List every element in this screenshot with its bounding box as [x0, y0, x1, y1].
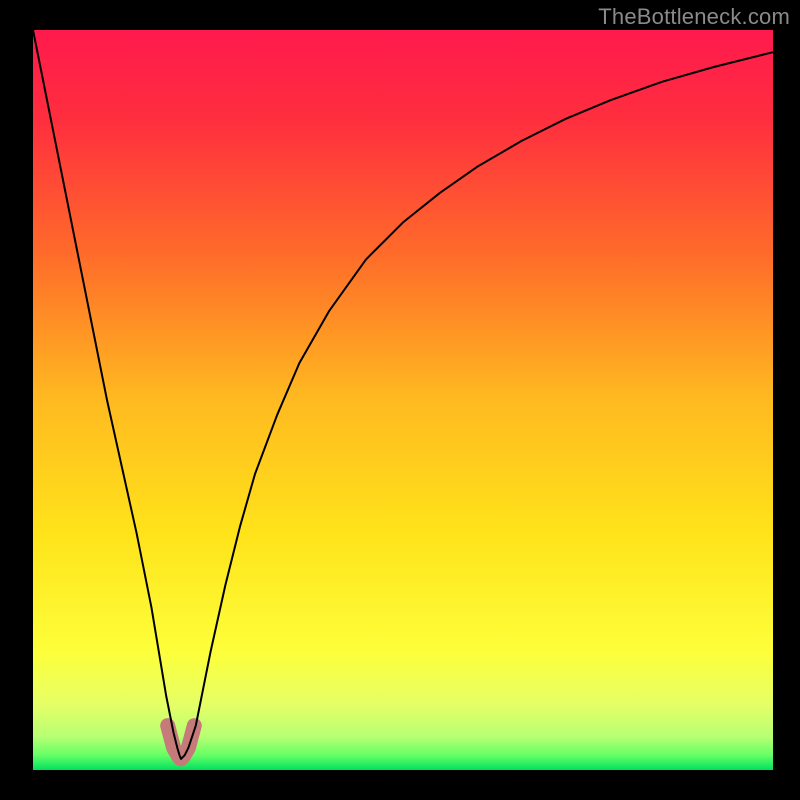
chart-frame: TheBottleneck.com: [0, 0, 800, 800]
watermark-text: TheBottleneck.com: [598, 4, 790, 30]
gradient-background: [33, 30, 773, 770]
bottleneck-chart: [0, 0, 800, 800]
